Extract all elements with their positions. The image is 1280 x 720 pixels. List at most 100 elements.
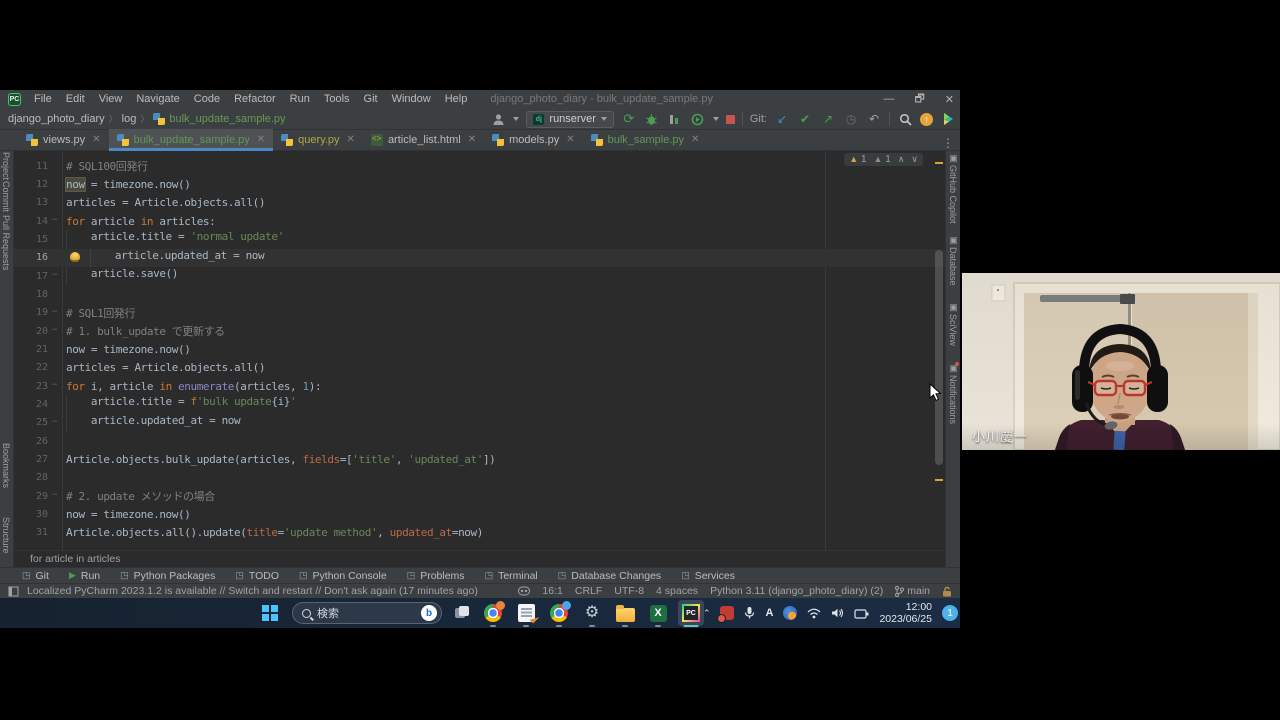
status-message[interactable]: Localized PyCharm 2023.1.2 is available … <box>27 585 478 597</box>
task-view-icon[interactable] <box>455 606 470 619</box>
close-button[interactable]: ✕ <box>945 93 954 106</box>
caret-position[interactable]: 16:1 <box>542 585 562 597</box>
toolwindow-button-problems[interactable]: ◳Problems <box>407 570 465 582</box>
menu-code[interactable]: Code <box>187 90 227 108</box>
git-push-button[interactable]: ↗ <box>820 111 836 127</box>
python-interpreter[interactable]: Python 3.11 (django_photo_diary) (2) <box>710 585 883 597</box>
taskbar-app-excel[interactable]: X <box>645 600 671 626</box>
pen-tablet-icon[interactable] <box>854 608 869 619</box>
scrollbar-thumb[interactable] <box>935 250 943 465</box>
close-tab-icon[interactable]: ✕ <box>691 134 699 145</box>
taskbar-app-settings[interactable]: ⚙ <box>579 600 605 626</box>
close-tab-icon[interactable]: ✕ <box>347 134 355 145</box>
close-tab-icon[interactable]: ✕ <box>566 134 574 145</box>
database-icon[interactable]: ▣ <box>948 235 959 246</box>
fold-toggle-icon[interactable]: − <box>52 417 57 427</box>
rerun-button[interactable]: ⟳ <box>621 111 637 127</box>
tab-article_list-html[interactable]: article_list.html✕ <box>363 129 484 150</box>
tab-bulk_update_sample-py[interactable]: bulk_update_sample.py✕ <box>109 129 274 150</box>
fold-toggle-icon[interactable]: − <box>52 307 57 317</box>
warning-stripe-mark[interactable] <box>935 479 943 481</box>
breadcrumb-folder[interactable]: log <box>122 113 137 125</box>
toolwindow-button-database-changes[interactable]: ◳Database Changes <box>558 570 661 582</box>
copilot-status-icon[interactable] <box>518 586 530 596</box>
copilot-icon[interactable]: ▣ <box>948 153 959 164</box>
fold-toggle-icon[interactable]: − <box>52 270 57 280</box>
fold-toggle-icon[interactable]: − <box>52 325 57 335</box>
editor-scrollbar[interactable] <box>934 151 944 556</box>
tab-views-py[interactable]: views.py✕ <box>18 129 109 150</box>
menu-run[interactable]: Run <box>283 90 317 108</box>
history-clock-icon[interactable]: ◷ <box>843 111 859 127</box>
tool-stripe-bookmarks[interactable]: Bookmarks <box>1 443 11 488</box>
tray-app-icon[interactable] <box>720 606 734 620</box>
taskbar-app-chrome-profile-1[interactable] <box>480 600 506 626</box>
file-encoding[interactable]: UTF-8 <box>614 585 644 597</box>
context-breadcrumb-text[interactable]: for article in articles <box>30 553 120 565</box>
previous-problem-button[interactable]: ∧ <box>898 154 905 165</box>
code-editor[interactable]: 11# SQL100回発行12now = timezone.now()13art… <box>14 151 945 556</box>
run-with-coverage-button[interactable] <box>690 111 706 127</box>
toolwindow-button-services[interactable]: ◳Services <box>681 570 735 582</box>
volume-icon[interactable] <box>831 607 844 619</box>
fold-toggle-icon[interactable]: − <box>52 215 57 225</box>
menu-help[interactable]: Help <box>438 90 475 108</box>
toolwindow-button-git[interactable]: ◳Git <box>22 570 49 582</box>
tray-expand-chevron-icon[interactable]: ⌃ <box>703 608 711 619</box>
close-tab-icon[interactable]: ✕ <box>92 134 100 145</box>
git-update-button[interactable]: ↙ <box>774 111 790 127</box>
taskbar-app-pycharm[interactable]: PC <box>678 600 704 626</box>
menu-file[interactable]: File <box>27 90 59 108</box>
ide-update-icon[interactable]: ↑ <box>920 113 933 126</box>
debug-button[interactable] <box>644 111 660 127</box>
tool-stripe-github-copilot[interactable]: GitHub Copilot <box>948 165 958 224</box>
intention-bulb-icon[interactable] <box>70 252 80 262</box>
menu-edit[interactable]: Edit <box>59 90 92 108</box>
chevron-down-icon[interactable] <box>513 117 519 121</box>
tray-app-color-icon[interactable] <box>783 606 797 620</box>
maximize-button[interactable]: 🗗 <box>914 90 924 109</box>
indent-style[interactable]: 4 spaces <box>656 585 698 597</box>
tool-stripe-structure[interactable]: Structure <box>1 517 11 554</box>
breadcrumb-project[interactable]: django_photo_diary <box>8 113 105 125</box>
sciview-icon[interactable]: ▣ <box>948 302 959 313</box>
toolwindow-button-python-packages[interactable]: ◳Python Packages <box>120 570 215 582</box>
close-tab-icon[interactable]: ✕ <box>468 134 476 145</box>
next-problem-button[interactable]: ∨ <box>911 154 918 165</box>
notifications-icon[interactable]: ▣ <box>948 363 959 374</box>
menu-view[interactable]: View <box>92 90 130 108</box>
git-branch-widget[interactable]: main <box>895 585 930 597</box>
close-tab-icon[interactable]: ✕ <box>257 134 265 145</box>
run-configuration-select[interactable]: dj runserver <box>526 111 613 128</box>
tool-stripe-database[interactable]: Database <box>948 247 958 286</box>
toolwindow-button-python-console[interactable]: ◳Python Console <box>299 570 387 582</box>
breadcrumb-file[interactable]: bulk_update_sample.py <box>169 113 285 125</box>
menu-navigate[interactable]: Navigate <box>129 90 186 108</box>
menu-refactor[interactable]: Refactor <box>227 90 283 108</box>
tray-clock[interactable]: 12:00 2023/06/25 <box>879 601 932 625</box>
tab-query-py[interactable]: query.py✕ <box>273 129 363 150</box>
tool-stripe-commit[interactable]: Commit <box>1 181 11 212</box>
taskbar-app-chrome-profile-2[interactable] <box>546 600 572 626</box>
rollback-button[interactable]: ↶ <box>866 111 882 127</box>
warning-stripe-mark[interactable] <box>935 162 943 164</box>
tool-stripe-project[interactable]: Project <box>1 152 11 180</box>
toolwindow-button-run[interactable]: ▶Run <box>69 570 100 582</box>
toolwindow-button-todo[interactable]: ◳TODO <box>235 570 279 582</box>
chevron-down-icon[interactable] <box>713 117 719 121</box>
tool-stripe-sciview[interactable]: SciView <box>948 314 958 346</box>
ime-indicator[interactable]: A <box>765 607 773 619</box>
tab-models-py[interactable]: models.py✕ <box>484 129 583 150</box>
fold-toggle-icon[interactable]: − <box>52 380 57 390</box>
stop-button[interactable] <box>726 115 735 124</box>
toolwindow-toggle-icon[interactable] <box>8 586 19 597</box>
tab-options-kebab-icon[interactable]: ⋮ <box>936 136 960 150</box>
git-commit-button[interactable]: ✔ <box>797 111 813 127</box>
taskbar-app-file-explorer[interactable] <box>612 600 638 626</box>
minimize-button[interactable]: — <box>883 93 894 105</box>
fold-toggle-icon[interactable]: − <box>52 490 57 500</box>
menu-window[interactable]: Window <box>385 90 438 108</box>
lock-icon[interactable] <box>942 586 952 597</box>
start-button-icon[interactable] <box>262 605 278 621</box>
taskbar-search-input[interactable]: 検索 b <box>292 602 442 624</box>
